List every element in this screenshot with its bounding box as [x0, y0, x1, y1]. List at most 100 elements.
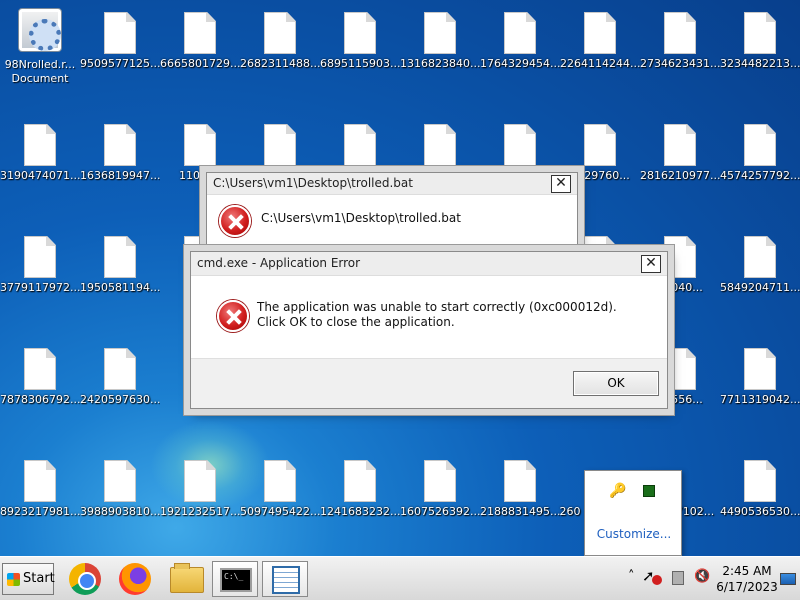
file-icon [584, 124, 616, 166]
desktop-file[interactable]: 3988903810... [80, 448, 160, 534]
desktop-file[interactable]: 3234482213... [720, 0, 800, 86]
tool-icon [18, 8, 62, 52]
network-icon[interactable] [672, 571, 684, 585]
desktop-file[interactable]: 2816210977... [640, 112, 720, 198]
desktop-file[interactable]: 2264114244... [560, 0, 640, 86]
dialog-path: C:\Users\vm1\Desktop\trolled.bat [261, 211, 461, 225]
desktop-shortcut-label: 98Nrolled.r... Document [0, 58, 80, 86]
file-label: 1241683232... [320, 505, 400, 518]
file-icon [584, 12, 616, 54]
file-label: 3988903810... [80, 505, 160, 518]
clock-time: 2:45 AM [722, 564, 772, 578]
file-label: 1636819947... [80, 169, 160, 182]
file-label: 3234482213... [720, 57, 800, 70]
close-button[interactable]: ✕ [551, 175, 571, 193]
desktop-file[interactable]: 1764329454... [480, 0, 560, 86]
dialog-titlebar[interactable]: C:\Users\vm1\Desktop\trolled.bat ✕ [207, 173, 577, 195]
firefox-icon [119, 563, 151, 595]
folder-icon [170, 563, 204, 593]
file-label: 3779117972... [0, 281, 80, 294]
shortcut-label-line1: 98Nrolled.r... [4, 58, 76, 71]
desktop-file[interactable]: 8923217981... [0, 448, 80, 534]
desktop-file[interactable]: 4574257792... [720, 112, 800, 198]
taskbar-notepad[interactable] [262, 561, 308, 597]
file-icon [344, 124, 376, 166]
file-label: 8923217981... [0, 505, 80, 518]
tray-error-icon[interactable] [652, 575, 662, 585]
error-message: The application was unable to start corr… [257, 300, 617, 329]
file-icon [24, 460, 56, 502]
error-icon [217, 300, 249, 332]
desktop-file[interactable]: 1950581194... [80, 224, 160, 310]
file-label: 6665801729... [160, 57, 240, 70]
file-icon [664, 348, 696, 390]
shortcut-label-line2: Document [11, 72, 69, 85]
file-label: 7878306792... [0, 393, 80, 406]
desktop-file[interactable]: 5097495422... [240, 448, 320, 534]
desktop-file[interactable]: 4490536530... [720, 448, 800, 534]
file-icon [424, 460, 456, 502]
dialog-title: cmd.exe - Application Error [197, 256, 361, 270]
desktop-file[interactable]: 2734623431... [640, 0, 720, 86]
taskbar-cmd[interactable]: C:\_ [212, 561, 258, 597]
desktop-file[interactable]: 1607526392... [400, 448, 480, 534]
bat-error-dialog[interactable]: C:\Users\vm1\Desktop\trolled.bat ✕ C:\Us… [206, 172, 578, 252]
desktop-file[interactable]: 9509577125... [80, 0, 160, 86]
desktop-file[interactable]: 6895115903... [320, 0, 400, 86]
desktop-file[interactable]: 6665801729... [160, 0, 240, 86]
file-icon [104, 124, 136, 166]
file-icon [264, 124, 296, 166]
file-label: 2682311488... [240, 57, 320, 70]
tray-overflow-popup: 🔑 Customize... [584, 470, 682, 556]
taskbar-explorer[interactable] [164, 561, 210, 597]
desktop-file[interactable]: 1316823840... [400, 0, 480, 86]
file-label: 4490536530... [720, 505, 800, 518]
tray-expand-arrow[interactable]: ˄ [628, 569, 635, 584]
desktop-file[interactable]: 2420597630... [80, 336, 160, 422]
file-icon [344, 460, 376, 502]
file-label: 1607526392... [400, 505, 480, 518]
customize-link[interactable]: Customize... [585, 527, 683, 541]
file-icon [104, 348, 136, 390]
file-icon [24, 124, 56, 166]
file-icon [104, 12, 136, 54]
key-icon[interactable]: 🔑 [609, 483, 626, 499]
file-label: 9509577125... [80, 57, 160, 70]
ok-button[interactable]: OK [573, 371, 659, 396]
desktop-shortcut-tool[interactable]: 98Nrolled.r... Document [0, 0, 80, 86]
dialog-titlebar[interactable]: cmd.exe - Application Error ✕ [191, 252, 667, 276]
desktop-file[interactable]: 1921232517... [160, 448, 240, 534]
error-icon [219, 205, 251, 237]
desktop-file[interactable]: 3779117972... [0, 224, 80, 310]
file-icon [664, 124, 696, 166]
file-icon [24, 348, 56, 390]
desktop-file[interactable]: 2682311488... [240, 0, 320, 86]
start-button[interactable]: Start [2, 563, 55, 595]
desktop-file[interactable]: 7878306792... [0, 336, 80, 422]
taskbar-chrome[interactable] [62, 561, 108, 597]
file-icon [504, 12, 536, 54]
desktop-file[interactable]: 3190474071... [0, 112, 80, 198]
volume-icon[interactable]: 🔇 [694, 569, 710, 584]
file-label: 5849204711... [720, 281, 800, 294]
file-label: 6895115903... [320, 57, 400, 70]
desktop-file[interactable]: 1636819947... [80, 112, 160, 198]
cmd-icon: C:\_ [220, 568, 252, 592]
file-icon [744, 348, 776, 390]
desktop-file[interactable]: 5849204711... [720, 224, 800, 310]
file-icon [744, 124, 776, 166]
file-label: 7711319042... [720, 393, 800, 406]
clock[interactable]: 2:45 AM 6/17/2023 [712, 563, 782, 595]
desktop-file[interactable]: 1241683232... [320, 448, 400, 534]
close-button[interactable]: ✕ [641, 255, 661, 273]
notepad-icon [272, 566, 300, 594]
taskbar-firefox[interactable] [112, 561, 158, 597]
app-tray-icon[interactable] [643, 485, 655, 497]
dialog-title: C:\Users\vm1\Desktop\trolled.bat [213, 176, 413, 190]
dialog-body: The application was unable to start corr… [191, 276, 667, 358]
file-icon [344, 12, 376, 54]
file-icon [104, 236, 136, 278]
desktop-file[interactable]: 7711319042... [720, 336, 800, 422]
show-desktop-icon[interactable] [780, 573, 796, 585]
app-error-dialog[interactable]: cmd.exe - Application Error ✕ The applic… [190, 251, 668, 409]
